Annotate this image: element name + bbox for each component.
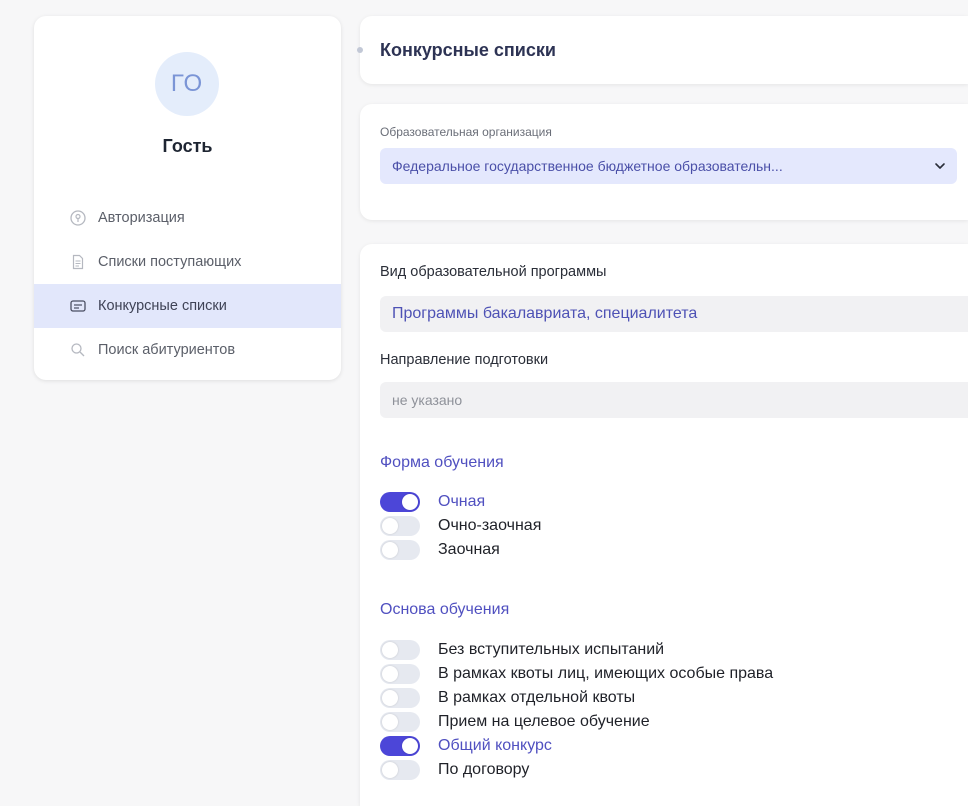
toggle-label: Очная bbox=[438, 493, 486, 510]
sidebar-item-label: Конкурсные списки bbox=[98, 298, 227, 314]
avatar-initials: ГО bbox=[170, 70, 204, 97]
sidebar-item-applicant-search[interactable]: Поиск абитуриентов bbox=[34, 328, 341, 372]
program-type-label: Вид образовательной программы bbox=[380, 264, 607, 280]
sidebar-item-auth[interactable]: Авторизация bbox=[34, 196, 341, 240]
toggle-switch-general-competition[interactable] bbox=[380, 736, 420, 756]
toggle-row-basis-4: Общий конкурс bbox=[380, 734, 552, 758]
toggle-label: Заочная bbox=[438, 541, 500, 558]
chevron-down-icon bbox=[933, 159, 947, 173]
sidebar-nav: Авторизация Списки поступающих Конкурсны… bbox=[34, 196, 341, 372]
sidebar-item-label: Авторизация bbox=[98, 210, 185, 226]
toggle-label: В рамках квоты лиц, имеющих особые права bbox=[438, 665, 774, 682]
sidebar-item-label: Списки поступающих bbox=[98, 254, 242, 270]
organization-select[interactable]: Федеральное государственное бюджетное об… bbox=[380, 148, 957, 184]
toggle-switch-part-time[interactable] bbox=[380, 516, 420, 536]
filters-panel: Вид образовательной программы Программы … bbox=[360, 244, 968, 806]
direction-placeholder: не указано bbox=[392, 392, 463, 408]
toggle-row-basis-0: Без вступительных испытаний bbox=[380, 638, 664, 662]
organization-select-value: Федеральное государственное бюджетное об… bbox=[392, 158, 783, 174]
toggle-switch-special-rights-quota[interactable] bbox=[380, 664, 420, 684]
toggle-switch-no-exams[interactable] bbox=[380, 640, 420, 660]
toggle-row-study-form-0: Очная bbox=[380, 490, 485, 514]
toggle-row-study-form-2: Заочная bbox=[380, 538, 500, 562]
program-type-value: Программы бакалавриата, специалитета bbox=[392, 305, 698, 322]
toggle-label: В рамках отдельной квоты bbox=[438, 689, 636, 706]
username: Гость bbox=[162, 136, 213, 156]
toggle-switch-targeted-admission[interactable] bbox=[380, 712, 420, 732]
toggle-row-study-form-1: Очно-заочная bbox=[380, 514, 541, 538]
toggle-label: Прием на целевое обучение bbox=[438, 713, 650, 730]
toggle-row-basis-2: В рамках отдельной квоты bbox=[380, 686, 635, 710]
toggle-row-basis-3: Прием на целевое обучение bbox=[380, 710, 650, 734]
toggles-section: Форма обучения Очная Очно-заочная Заочна… bbox=[360, 434, 968, 806]
toggle-switch-extramural[interactable] bbox=[380, 540, 420, 560]
document-icon bbox=[70, 254, 86, 270]
toggle-switch-full-time[interactable] bbox=[380, 492, 420, 512]
study-form-title: Форма обучения bbox=[380, 454, 504, 471]
organization-panel: Образовательная организация Федеральное … bbox=[360, 104, 968, 220]
toggle-row-basis-5: По договору bbox=[380, 758, 529, 782]
toggle-label: По договору bbox=[438, 761, 530, 778]
toggle-label: Очно-заочная bbox=[438, 517, 542, 534]
toggle-label: Общий конкурс bbox=[438, 737, 552, 754]
toggle-switch-contract[interactable] bbox=[380, 760, 420, 780]
page-title: Конкурсные списки bbox=[380, 40, 556, 60]
key-circle-icon bbox=[70, 210, 86, 226]
direction-select[interactable]: не указано bbox=[380, 382, 968, 418]
direction-label: Направление подготовки bbox=[380, 352, 549, 368]
toggle-switch-separate-quota[interactable] bbox=[380, 688, 420, 708]
sidebar: ГО Гость Авторизация Списки поступающих … bbox=[34, 16, 341, 380]
header-dot bbox=[357, 47, 363, 53]
toggle-row-basis-1: В рамках квоты лиц, имеющих особые права bbox=[380, 662, 773, 686]
program-type-select[interactable]: Программы бакалавриата, специалитета bbox=[380, 296, 968, 332]
sidebar-item-applicant-lists[interactable]: Списки поступающих bbox=[34, 240, 341, 284]
sidebar-item-competition-lists[interactable]: Конкурсные списки bbox=[34, 284, 341, 328]
id-card-icon bbox=[70, 298, 86, 314]
toggle-label: Без вступительных испытаний bbox=[438, 641, 665, 658]
sidebar-item-label: Поиск абитуриентов bbox=[98, 342, 236, 358]
avatar[interactable]: ГО bbox=[155, 52, 219, 116]
study-basis-title: Основа обучения bbox=[380, 601, 510, 618]
page-header: Конкурсные списки bbox=[357, 16, 968, 84]
organization-label: Образовательная организация bbox=[380, 125, 552, 139]
search-icon bbox=[70, 342, 86, 358]
